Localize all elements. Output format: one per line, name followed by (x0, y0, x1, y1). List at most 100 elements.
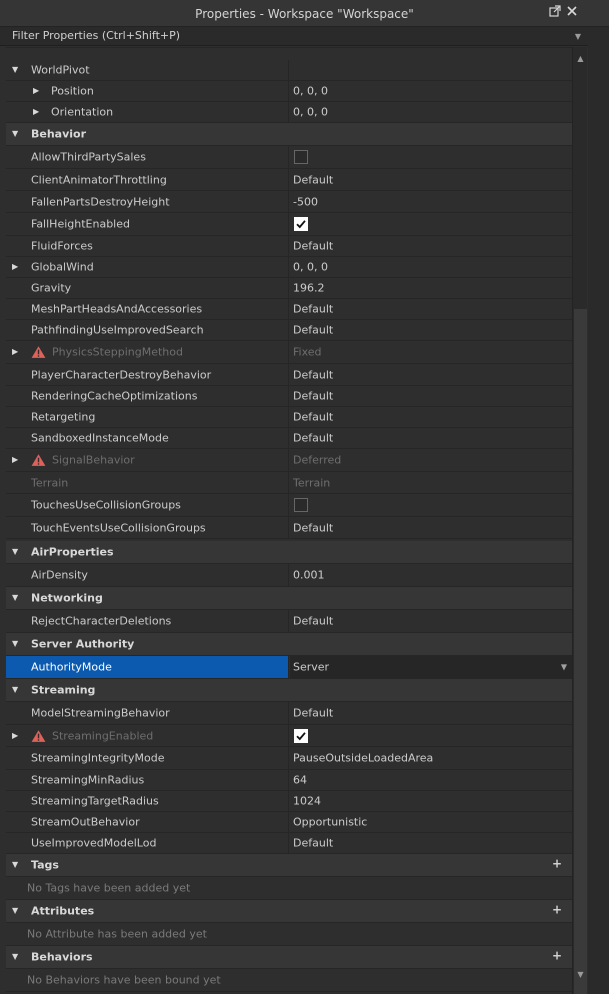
category-attributes[interactable]: ▼ Attributes + (6, 900, 572, 923)
scroll-up-icon[interactable]: ▲ (573, 52, 588, 66)
chevron-right-icon[interactable]: ▶ (12, 263, 18, 271)
property-value: Default (293, 521, 334, 534)
scrollbar-thumb[interactable] (574, 309, 587, 994)
property-name: AllowThirdPartySales (31, 150, 146, 164)
property-row-sandboxedinstancemode[interactable]: SandboxedInstanceMode Default (6, 428, 572, 449)
add-behavior-button[interactable]: + (552, 949, 562, 963)
chevron-down-icon[interactable]: ▼ (12, 907, 18, 915)
undock-icon[interactable] (548, 5, 562, 21)
authority-mode-dropdown[interactable]: Server ▼ (290, 656, 572, 678)
property-name: SignalBehavior (52, 453, 135, 467)
tags-empty-row: No Tags have been added yet (6, 877, 572, 900)
property-value: Default (293, 302, 334, 316)
property-row-position[interactable]: ▶ Position 0, 0, 0 (6, 81, 572, 102)
category-behavior[interactable]: ▼ Behavior (6, 123, 572, 146)
category-streaming[interactable]: ▼ Streaming (6, 679, 572, 702)
chevron-down-icon[interactable]: ▼ (12, 953, 18, 961)
property-row-modelstreamingbehavior[interactable]: ModelStreamingBehavior Default (6, 702, 572, 725)
property-row-streamingenabled[interactable]: ▶ StreamingEnabled (6, 725, 572, 747)
chevron-down-icon[interactable]: ▼ (12, 861, 18, 869)
property-row-authoritymode[interactable]: AuthorityMode Server ▼ (6, 656, 572, 679)
property-row-useimprovedmodellod[interactable]: UseImprovedModelLod Default (6, 833, 572, 854)
category-air-properties[interactable]: ▼ AirProperties (6, 541, 572, 564)
checkbox-streamingenabled[interactable] (294, 728, 308, 743)
chevron-down-icon[interactable]: ▼ (12, 640, 18, 648)
filter-input[interactable]: Filter Properties (Ctrl+Shift+P) (12, 29, 180, 42)
category-label: AirProperties (31, 545, 114, 559)
checkbox-touchesusecollisiongroups[interactable] (294, 498, 308, 512)
add-attribute-button[interactable]: + (552, 903, 562, 917)
property-row-streamingintegritymode[interactable]: StreamingIntegrityMode PauseOutsideLoaded… (6, 747, 572, 770)
chevron-down-icon[interactable]: ▼ (561, 663, 567, 672)
chevron-down-icon[interactable]: ▼ (12, 66, 18, 74)
checkbox-fallheightenabled[interactable] (294, 217, 308, 231)
property-row-signalbehavior[interactable]: ▶ SignalBehavior Deferred (6, 449, 572, 472)
property-name: TouchesUseCollisionGroups (31, 498, 181, 512)
close-icon[interactable] (565, 5, 579, 21)
chevron-down-icon[interactable]: ▼ (12, 686, 18, 694)
property-row-fallenpartsdestroyheight[interactable]: FallenPartsDestroyHeight -500 (6, 191, 572, 213)
property-row-streamingminradius[interactable]: StreamingMinRadius 64 (6, 770, 572, 791)
title-bar: Properties - Workspace "Workspace" (0, 0, 609, 27)
property-row-streamingtargetradius[interactable]: StreamingTargetRadius 1024 (6, 791, 572, 812)
property-row-fluidforces[interactable]: FluidForces Default (6, 236, 572, 257)
property-row-orientation[interactable]: ▶ Orientation 0, 0, 0 (6, 102, 572, 123)
property-row-physicssteppingmethod[interactable]: ▶ PhysicsSteppingMethod Fixed (6, 341, 572, 364)
property-row[interactable] (6, 47, 572, 48)
category-tags[interactable]: ▼ Tags + (6, 854, 572, 877)
chevron-right-icon[interactable]: ▶ (12, 731, 18, 740)
category-networking[interactable]: ▼ Networking (6, 587, 572, 610)
property-row-retargeting[interactable]: Retargeting Default (6, 407, 572, 428)
add-tag-button[interactable]: + (552, 857, 562, 871)
property-row-fallheightenabled[interactable]: FallHeightEnabled (6, 213, 572, 236)
property-value: Server (293, 660, 330, 674)
property-value: 0, 0, 0 (293, 105, 328, 119)
property-name: Gravity (31, 281, 72, 295)
chevron-right-icon[interactable]: ▶ (33, 87, 39, 95)
property-row-meshpartheadsandaccessories[interactable]: MeshPartHeadsAndAccessories Default (6, 299, 572, 320)
property-name: TouchEventsUseCollisionGroups (31, 521, 206, 534)
property-row-gravity[interactable]: Gravity 196.2 (6, 278, 572, 299)
property-name: PathfindingUseImprovedSearch (31, 323, 204, 337)
property-row-playercharacterdestroybehavior[interactable]: PlayerCharacterDestroyBehavior Default (6, 364, 572, 386)
property-row-rejectcharacterdeletions[interactable]: RejectCharacterDeletions Default (6, 610, 572, 633)
property-name: GlobalWind (31, 260, 94, 274)
scroll-down-icon[interactable]: ▼ (573, 968, 588, 982)
property-row-clientanimatorthrottling[interactable]: ClientAnimatorThrottling Default (6, 169, 572, 191)
chevron-down-icon[interactable]: ▼ (12, 130, 18, 138)
chevron-down-icon[interactable]: ▼ (12, 548, 18, 556)
property-row-pathfindinguseimprovedsearch[interactable]: PathfindingUseImprovedSearch Default (6, 320, 572, 341)
property-row-toucheventsusecollisiongroups[interactable]: TouchEventsUseCollisionGroups Default (6, 517, 572, 539)
property-value: Terrain (293, 476, 331, 489)
vertical-scrollbar[interactable]: ▲ ▼ (572, 47, 587, 994)
property-name: AirDensity (31, 568, 88, 582)
property-row-touchesusecollisiongroups[interactable]: TouchesUseCollisionGroups (6, 494, 572, 517)
warning-icon (31, 346, 46, 359)
behaviors-empty-row: No Behaviors have been bound yet (6, 969, 572, 992)
property-row-globalwind[interactable]: ▶ GlobalWind 0, 0, 0 (6, 257, 572, 278)
property-value: Default (293, 239, 334, 253)
property-name: MeshPartHeadsAndAccessories (31, 302, 203, 316)
property-row-worldpivot[interactable]: ▼ WorldPivot (6, 60, 572, 81)
category-label: Server Authority (31, 637, 135, 651)
chevron-right-icon[interactable]: ▶ (33, 108, 39, 116)
property-name: Orientation (51, 105, 114, 119)
property-value: Default (293, 389, 334, 403)
property-row-terrain[interactable]: Terrain Terrain (6, 472, 572, 494)
property-value: 64 (293, 773, 307, 787)
chevron-down-icon[interactable]: ▼ (568, 27, 588, 46)
property-name: PhysicsSteppingMethod (52, 345, 183, 359)
checkbox-allowthirdpartysales[interactable] (294, 150, 308, 164)
filter-bar[interactable]: Filter Properties (Ctrl+Shift+P) ▼ (0, 27, 588, 46)
chevron-right-icon[interactable]: ▶ (12, 348, 18, 356)
category-server-authority[interactable]: ▼ Server Authority (6, 633, 572, 656)
property-name: StreamingIntegrityMode (31, 751, 165, 765)
category-behaviors[interactable]: ▼ Behaviors + (6, 946, 572, 969)
property-row-renderingcacheoptimizations[interactable]: RenderingCacheOptimizations Default (6, 386, 572, 407)
chevron-down-icon[interactable]: ▼ (12, 594, 18, 602)
property-row-allowthirdpartysales[interactable]: AllowThirdPartySales (6, 146, 572, 169)
chevron-right-icon[interactable]: ▶ (12, 456, 18, 464)
property-name: StreamingMinRadius (31, 773, 145, 787)
property-row-airdensity[interactable]: AirDensity 0.001 (6, 564, 572, 587)
property-row-streamoutbehavior[interactable]: StreamOutBehavior Opportunistic (6, 812, 572, 833)
